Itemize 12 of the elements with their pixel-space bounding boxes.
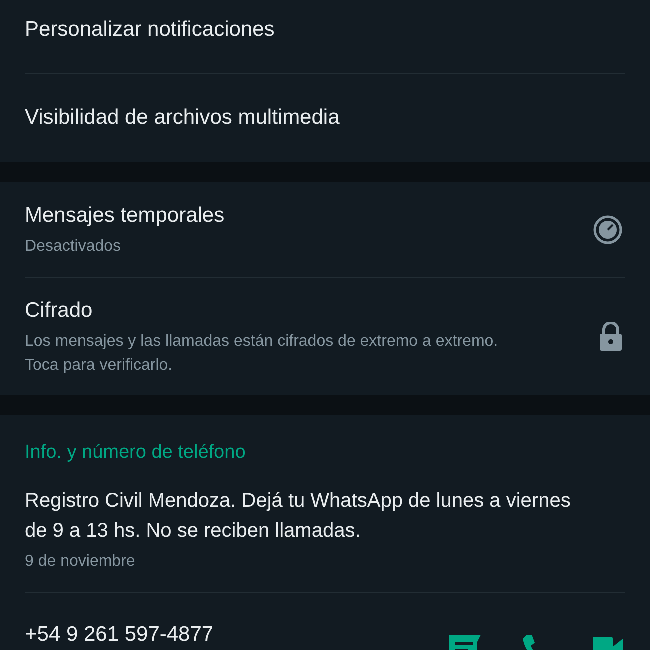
- phone-number: +54 9 261 597-4877: [25, 622, 215, 648]
- setting-title[interactable]: Mensajes temporales: [25, 200, 577, 232]
- setting-title[interactable]: Personalizar notificaciones: [25, 14, 625, 46]
- timer-icon: [593, 214, 623, 244]
- setting-title[interactable]: Cifrado: [25, 294, 583, 326]
- setting-title[interactable]: Visibilidad de archivos multimedia: [25, 102, 625, 134]
- setting-subtitle: Los mensajes y las llamadas están cifrados de extremo a extremo. Toca para verificarlo.: [25, 332, 500, 376]
- section-header: Info. y número de teléfono: [25, 441, 247, 465]
- about-text: Registro Civil Mendoza. Dejá tu WhatsApp de lunes a viernes de 9 a 13 hs. No se reciben llamadas.: [25, 488, 572, 544]
- about-date: 9 de noviembre: [25, 552, 136, 572]
- setting-subtitle: Desactivados: [25, 237, 122, 258]
- lock-icon: [599, 322, 623, 352]
